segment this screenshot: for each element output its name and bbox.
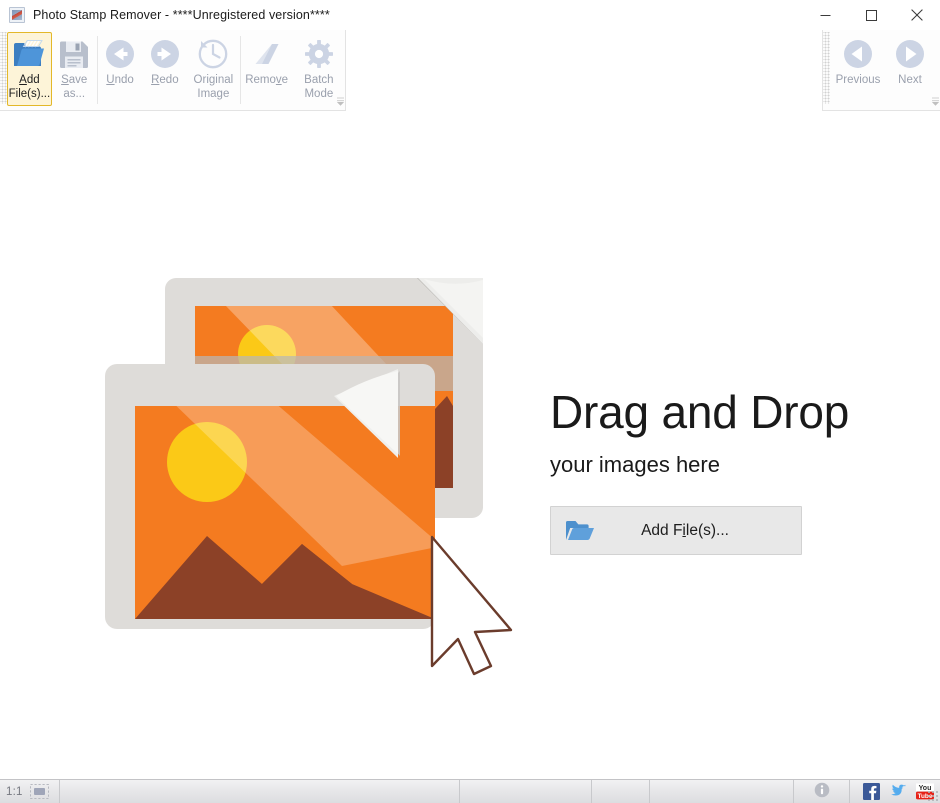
gear-icon	[302, 38, 336, 70]
toolbar-button-redo[interactable]: Redo	[142, 32, 187, 106]
toolbar: Add File(s)... Save as... Undo Redo Orig…	[0, 30, 940, 114]
facebook-icon[interactable]	[863, 783, 880, 800]
toolbar-button-next[interactable]: Next	[886, 32, 934, 106]
close-button[interactable]	[894, 0, 940, 30]
window-controls	[802, 0, 940, 30]
zoom-ratio-label: 1:1	[6, 785, 23, 798]
status-panel-4	[650, 780, 794, 803]
toolbar-button-label: Save as...	[61, 74, 88, 100]
drop-zone-title: Drag and Drop	[550, 386, 850, 438]
status-zoom-panel[interactable]: 1:1	[0, 780, 60, 803]
toolbar-button-label: Next	[898, 74, 922, 86]
drop-zone-subtitle: your images here	[550, 452, 720, 477]
fit-to-window-icon[interactable]	[29, 784, 49, 799]
folder-add-icon	[12, 38, 46, 70]
minimize-icon	[820, 10, 831, 21]
two-photos-with-cursor-icon	[102, 266, 532, 676]
info-icon	[814, 782, 830, 801]
eraser-icon	[250, 38, 284, 70]
chevron-left-circle-icon	[841, 38, 875, 70]
toolbar-group-main: Add File(s)... Save as... Undo Redo Orig…	[0, 30, 346, 111]
status-panel-2	[460, 780, 592, 803]
toolbar-button-label: Undo	[106, 74, 134, 86]
chevron-right-circle-icon	[893, 38, 927, 70]
toolbar-button-label: Previous	[835, 74, 881, 86]
toolbar-button-original-image[interactable]: Original Image	[187, 32, 239, 106]
open-folder-icon	[565, 519, 595, 543]
toolbar-drag-handle[interactable]	[0, 32, 7, 104]
title-bar: Photo Stamp Remover - ****Unregistered v…	[0, 0, 940, 30]
status-info-button[interactable]	[794, 780, 850, 803]
add-files-button-label: Add File(s)...	[641, 521, 729, 539]
toolbar-button-add-files[interactable]: Add File(s)...	[7, 32, 52, 106]
status-panel-3	[592, 780, 650, 803]
toolbar-drag-handle-nav[interactable]	[823, 32, 830, 104]
status-bar: 1:1 You Tube	[0, 779, 940, 803]
expand-toolbar-chevron-nav[interactable]	[928, 94, 940, 108]
floppy-save-icon	[57, 38, 91, 70]
twitter-bird-icon[interactable]	[889, 783, 907, 800]
toolbar-button-remove[interactable]: Remove	[241, 32, 293, 106]
maximize-button[interactable]	[848, 0, 894, 30]
toolbar-button-label: Original Image	[193, 74, 234, 100]
expand-toolbar-chevron[interactable]	[333, 94, 347, 108]
toolbar-button-label: Remove	[245, 74, 289, 86]
drop-zone[interactable]: Drag and Drop your images here Add File(…	[0, 114, 940, 779]
app-photo-icon	[9, 7, 25, 23]
clock-history-icon	[196, 38, 230, 70]
minimize-button[interactable]	[802, 0, 848, 30]
resize-grip-icon[interactable]	[926, 789, 938, 801]
drop-zone-text: Drag and Drop your images here Add File(…	[550, 386, 850, 555]
toolbar-button-undo[interactable]: Undo	[98, 32, 143, 106]
application-window: Photo Stamp Remover - ****Unregistered v…	[0, 0, 940, 803]
maximize-icon	[865, 9, 877, 21]
main-canvas[interactable]: Drag and Drop your images here Add File(…	[0, 114, 940, 779]
arrow-left-circle-icon	[103, 38, 137, 70]
toolbar-button-save-as[interactable]: Save as...	[52, 32, 97, 106]
arrow-right-circle-icon	[148, 38, 182, 70]
close-icon	[911, 9, 923, 21]
toolbar-button-label: Batch Mode	[304, 74, 334, 100]
toolbar-button-label: Add File(s)...	[8, 74, 51, 100]
toolbar-button-label: Redo	[151, 74, 179, 86]
toolbar-button-previous[interactable]: Previous	[830, 32, 886, 106]
window-title: Photo Stamp Remover - ****Unregistered v…	[33, 8, 330, 22]
status-message-panel	[60, 780, 460, 803]
toolbar-group-navigation: Previous Next	[822, 30, 940, 111]
add-files-button[interactable]: Add File(s)...	[550, 506, 802, 555]
